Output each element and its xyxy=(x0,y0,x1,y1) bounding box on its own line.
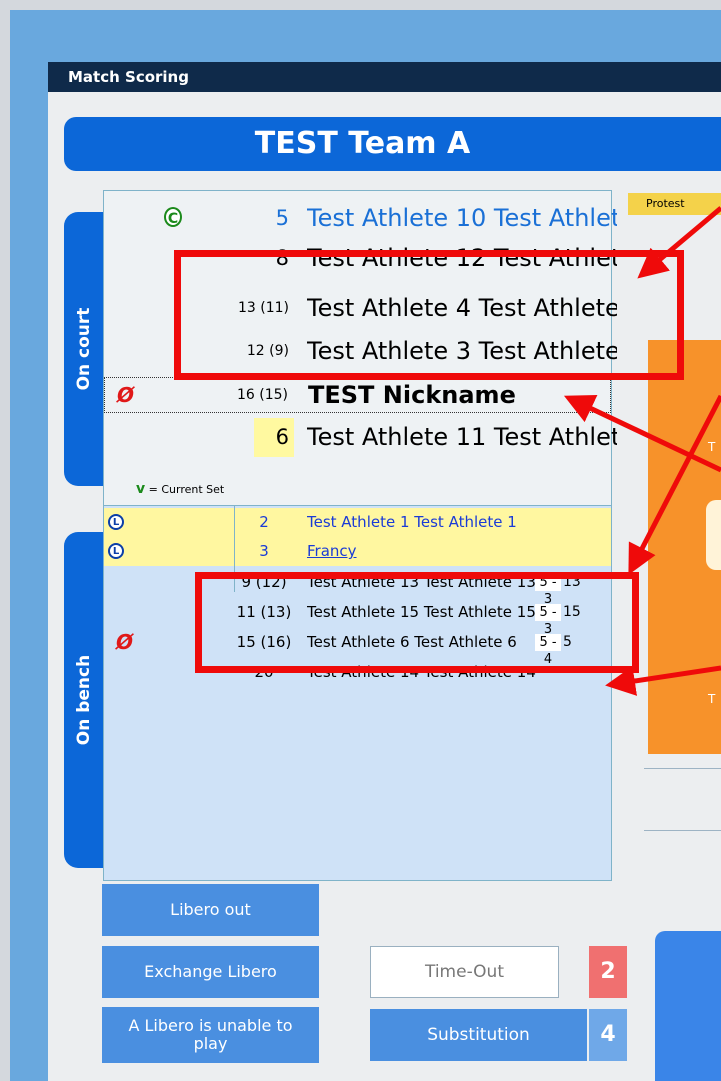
annotation-arrows xyxy=(563,206,721,696)
annotation-arrow xyxy=(605,665,721,696)
annotation-arrow xyxy=(628,394,721,575)
annotation-arrow xyxy=(637,206,721,279)
